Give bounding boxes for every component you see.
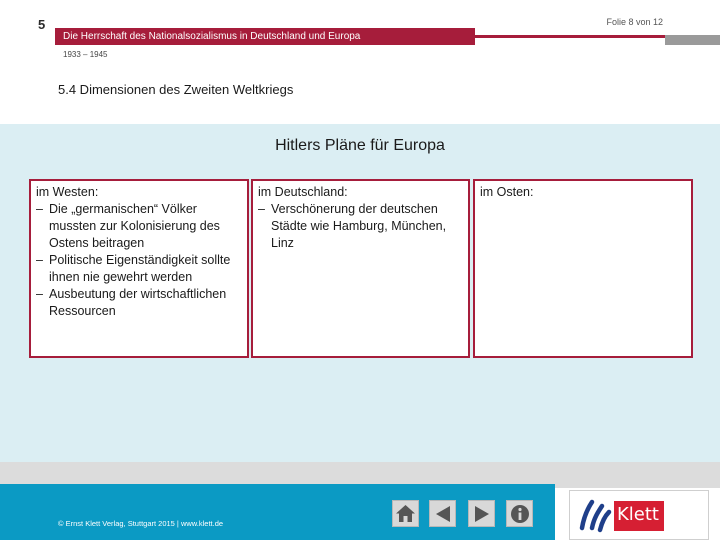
info-button[interactable] — [506, 500, 533, 527]
previous-icon — [435, 505, 450, 522]
klett-leaf-icon — [579, 499, 612, 533]
box-west-list: Die „germanischen“ Völker mussten zur Ko… — [36, 201, 242, 320]
klett-logo: Klett — [569, 490, 709, 540]
list-item: Die „germanischen“ Völker mussten zur Ko… — [36, 201, 242, 252]
list-item: Politische Eigenständigkeit sollte ihnen… — [36, 252, 242, 286]
next-button[interactable] — [468, 500, 495, 527]
next-icon — [474, 505, 489, 522]
page-title: Die Herrschaft des Nationalsozialismus i… — [63, 31, 361, 42]
previous-button[interactable] — [429, 500, 456, 527]
box-germany-title: im Deutschland: — [258, 185, 348, 199]
header-gray-block — [665, 35, 720, 45]
box-west-title: im Westen: — [36, 185, 99, 199]
list-item: Ausbeutung der wirtschaftlichen Ressourc… — [36, 286, 242, 320]
header-title-bar: Die Herrschaft des Nationalsozialismus i… — [55, 28, 475, 45]
info-icon — [510, 504, 529, 523]
klett-wordmark: Klett — [617, 504, 659, 525]
list-item: Verschönerung der deutschen Städte wie H… — [258, 201, 463, 252]
content-area: Hitlers Pläne für Europa im Westen: Die … — [0, 124, 720, 462]
box-east-title: im Osten: — [480, 185, 534, 199]
slide-heading: Hitlers Pläne für Europa — [275, 137, 445, 154]
klett-wordmark-tile: Klett — [614, 501, 664, 531]
section-title: 5.4 Dimensionen des Zweiten Weltkriegs — [58, 82, 294, 97]
header-accent-line — [475, 35, 665, 38]
home-button[interactable] — [392, 500, 419, 527]
box-west: im Westen: Die „germanischen“ Völker mus… — [29, 179, 249, 358]
chapter-number: 5 — [38, 17, 46, 32]
slide-counter: Folie 8 von 12 — [606, 17, 663, 27]
box-germany-list: Verschönerung der deutschen Städte wie H… — [258, 201, 463, 252]
period-subtitle: 1933 – 1945 — [63, 50, 108, 59]
box-germany: im Deutschland: Verschönerung der deutsc… — [251, 179, 470, 358]
box-east: im Osten: — [473, 179, 693, 358]
copyright: © Ernst Klett Verlag, Stuttgart 2015 | w… — [58, 519, 224, 528]
home-icon — [396, 505, 415, 522]
